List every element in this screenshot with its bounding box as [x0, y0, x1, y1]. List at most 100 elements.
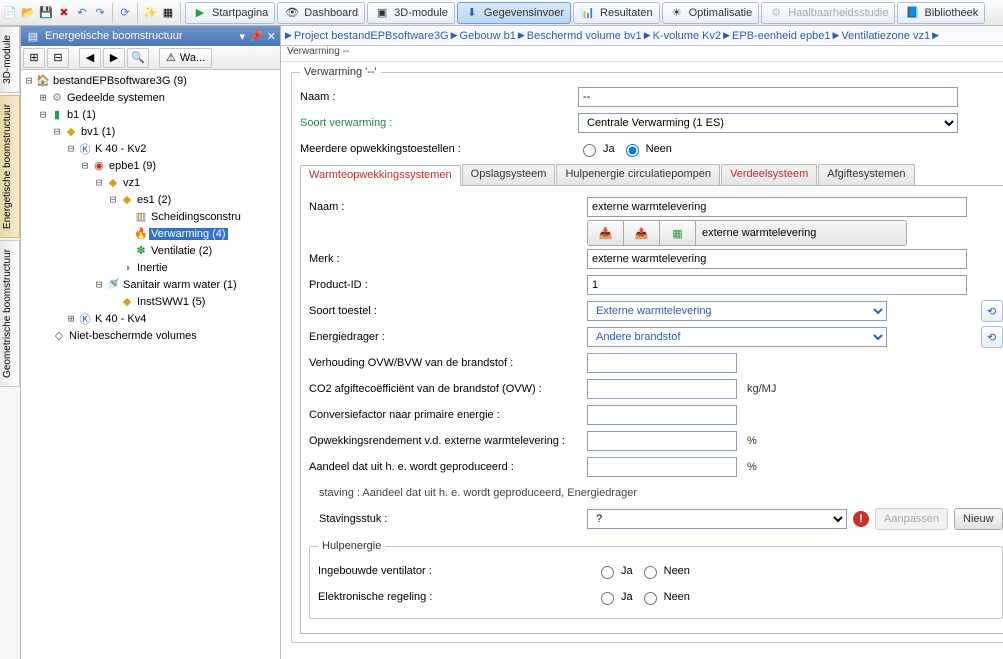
delete-icon[interactable]: ✖: [56, 5, 72, 21]
fan-no-radio[interactable]: Neen: [639, 563, 690, 579]
twisty-icon[interactable]: ⊟: [107, 193, 119, 206]
tree-bv1[interactable]: bv1 (1): [79, 126, 117, 138]
bc-epb[interactable]: EPB-eenheid epbe1: [732, 30, 830, 42]
carrier-select[interactable]: Andere brandstof: [587, 327, 887, 347]
twisty-icon[interactable]: ⊞: [65, 312, 77, 325]
tab-emission[interactable]: Afgiftesystemen: [818, 164, 914, 185]
sidetab-geom-tree[interactable]: Geometrische boomstructuur: [0, 240, 20, 387]
layers-icon[interactable]: ▦: [160, 5, 176, 21]
open-icon[interactable]: 📂: [20, 5, 36, 21]
reset-carrier-button[interactable]: ⟲: [981, 326, 1003, 348]
heating-name-input[interactable]: [578, 87, 958, 107]
twisty-icon[interactable]: ⊟: [79, 159, 91, 172]
bc-project[interactable]: Project bestandEPBsoftware3G: [294, 30, 449, 42]
eff-input[interactable]: [587, 431, 737, 451]
tree-inertie[interactable]: Inertie: [135, 262, 170, 274]
tab-aux-pumps[interactable]: Hulpenergie circulatiepompen: [556, 164, 720, 185]
data-entry-button[interactable]: ⬇Gegevensinvoer: [457, 2, 571, 24]
feasibility-button[interactable]: ⚙Haalbaarheidsstudie: [761, 2, 895, 24]
wand-icon[interactable]: ✨: [142, 5, 158, 21]
staving-select[interactable]: ?: [587, 509, 847, 529]
panel-menu-icon[interactable]: ▾: [240, 30, 246, 43]
pct-unit: %: [747, 435, 757, 447]
save-icon[interactable]: 💾: [38, 5, 54, 21]
panel-pin-icon[interactable]: 📌: [249, 30, 263, 43]
tree-scheiding[interactable]: Scheidingsconstru: [149, 211, 243, 223]
dashboard-button[interactable]: 👁Dashboard: [277, 2, 365, 24]
gen-name-input[interactable]: [587, 197, 967, 217]
tree-expand-button[interactable]: ⊞: [23, 48, 45, 68]
tree-vz1[interactable]: vz1: [121, 177, 142, 189]
3d-module-button[interactable]: ▣3D-module: [367, 2, 455, 24]
tree-k40kv4[interactable]: K 40 - Kv4: [93, 313, 148, 325]
bc-kvol[interactable]: K-volume Kv2: [653, 30, 721, 42]
results-button[interactable]: 📊Resultaten: [573, 2, 660, 24]
new-icon[interactable]: 📄: [2, 5, 18, 21]
twisty-icon[interactable]: ⊟: [93, 176, 105, 189]
bc-protvol[interactable]: Beschermd volume bv1: [527, 30, 642, 42]
energy-tree[interactable]: ⊟🏠bestandEPBsoftware3G (9) ⊞⚙Gedeelde sy…: [21, 70, 280, 659]
twisty-icon[interactable]: ⊟: [37, 108, 49, 121]
panel-close-icon[interactable]: ✕: [267, 30, 276, 43]
tree-verwarming[interactable]: Verwarming (4): [149, 228, 228, 240]
twisty-icon[interactable]: ⊟: [51, 125, 63, 138]
tree-prev-button[interactable]: ◀: [79, 48, 101, 68]
ratio-input[interactable]: [587, 353, 737, 373]
optim-button[interactable]: ☀Optimalisatie: [662, 2, 760, 24]
redo-icon[interactable]: ↷: [92, 5, 108, 21]
pid-input[interactable]: [587, 275, 967, 295]
heating-fieldset: Verwarming '--' Naam : Soort verwarming …: [291, 66, 1003, 643]
tree-b1[interactable]: b1 (1): [65, 109, 98, 121]
tab-distribution[interactable]: Verdeelsysteem: [721, 164, 817, 185]
twisty-icon[interactable]: ⊟: [23, 74, 35, 87]
tab-storage[interactable]: Opslagsysteem: [462, 164, 556, 185]
side-tabstrip: 3D-module Energetische boomstructuur Geo…: [0, 26, 21, 659]
export-button[interactable]: 📤: [624, 221, 660, 245]
co2-input[interactable]: [587, 379, 737, 399]
brand-input[interactable]: [587, 249, 967, 269]
tree-niet[interactable]: Niet-beschermde volumes: [67, 330, 199, 342]
undo-icon[interactable]: ↶: [74, 5, 90, 21]
elec-no-radio[interactable]: Neen: [639, 589, 690, 605]
tree-collapse-button[interactable]: ⊟: [47, 48, 69, 68]
multi-yes-radio[interactable]: Ja: [578, 141, 615, 157]
elec-yes-radio[interactable]: Ja: [596, 589, 633, 605]
tree-instsww[interactable]: InstSWW1 (5): [135, 296, 207, 308]
refresh-icon[interactable]: ⟳: [117, 5, 133, 21]
tree-warnings-button[interactable]: ⚠Wa...: [159, 48, 212, 68]
twisty-icon[interactable]: ⊟: [65, 142, 77, 155]
tree-root[interactable]: bestandEPBsoftware3G (9): [51, 75, 189, 87]
tree-next-button[interactable]: ▶: [103, 48, 125, 68]
multi-no-radio[interactable]: Neen: [621, 141, 672, 157]
edit-button[interactable]: Aanpassen: [875, 508, 948, 530]
tree-es1[interactable]: es1 (2): [135, 194, 173, 206]
tree-sww[interactable]: Sanitair warm water (1): [121, 279, 239, 291]
pct-unit: %: [747, 461, 757, 473]
sidetab-3d[interactable]: 3D-module: [0, 26, 20, 93]
bc-zone[interactable]: Ventilatiezone vz1: [841, 30, 930, 42]
twisty-icon[interactable]: ⊞: [37, 91, 49, 104]
library-button[interactable]: 📘Bibliotheek: [897, 2, 985, 24]
conv-input[interactable]: [587, 405, 737, 425]
reset-device-button[interactable]: ⟲: [981, 300, 1003, 322]
library-pick-button[interactable]: ▦: [660, 221, 696, 245]
tree-shared[interactable]: Gedeelde systemen: [65, 92, 167, 104]
share-input[interactable]: [587, 457, 737, 477]
twisty-icon[interactable]: ⊟: [93, 278, 105, 291]
bc-building[interactable]: Gebouw b1: [460, 30, 516, 42]
tree-epbe1[interactable]: epbe1 (9): [107, 160, 158, 172]
tree-ventilatie[interactable]: Ventilatie (2): [149, 245, 214, 257]
tree-k40kv2[interactable]: K 40 - Kv2: [93, 143, 148, 155]
heating-type-select[interactable]: Centrale Verwarming (1 ES): [578, 113, 958, 133]
new-button[interactable]: Nieuw: [954, 508, 1003, 530]
aux-legend: Hulpenergie: [318, 540, 385, 552]
startpage-button[interactable]: ▶Startpagina: [185, 2, 275, 24]
tree-find-button[interactable]: 🔍: [127, 48, 149, 68]
fan-yes-radio[interactable]: Ja: [596, 563, 633, 579]
gen-name-label: Naam :: [309, 201, 579, 213]
tab-generation[interactable]: Warmteopwekkingssystemen: [300, 165, 461, 186]
import-button[interactable]: 📥: [588, 221, 624, 245]
sidetab-energy-tree[interactable]: Energetische boomstructuur: [0, 95, 20, 238]
device-type-select[interactable]: Externe warmtelevering: [587, 301, 887, 321]
fan-label: Ingebouwde ventilator :: [318, 565, 588, 577]
